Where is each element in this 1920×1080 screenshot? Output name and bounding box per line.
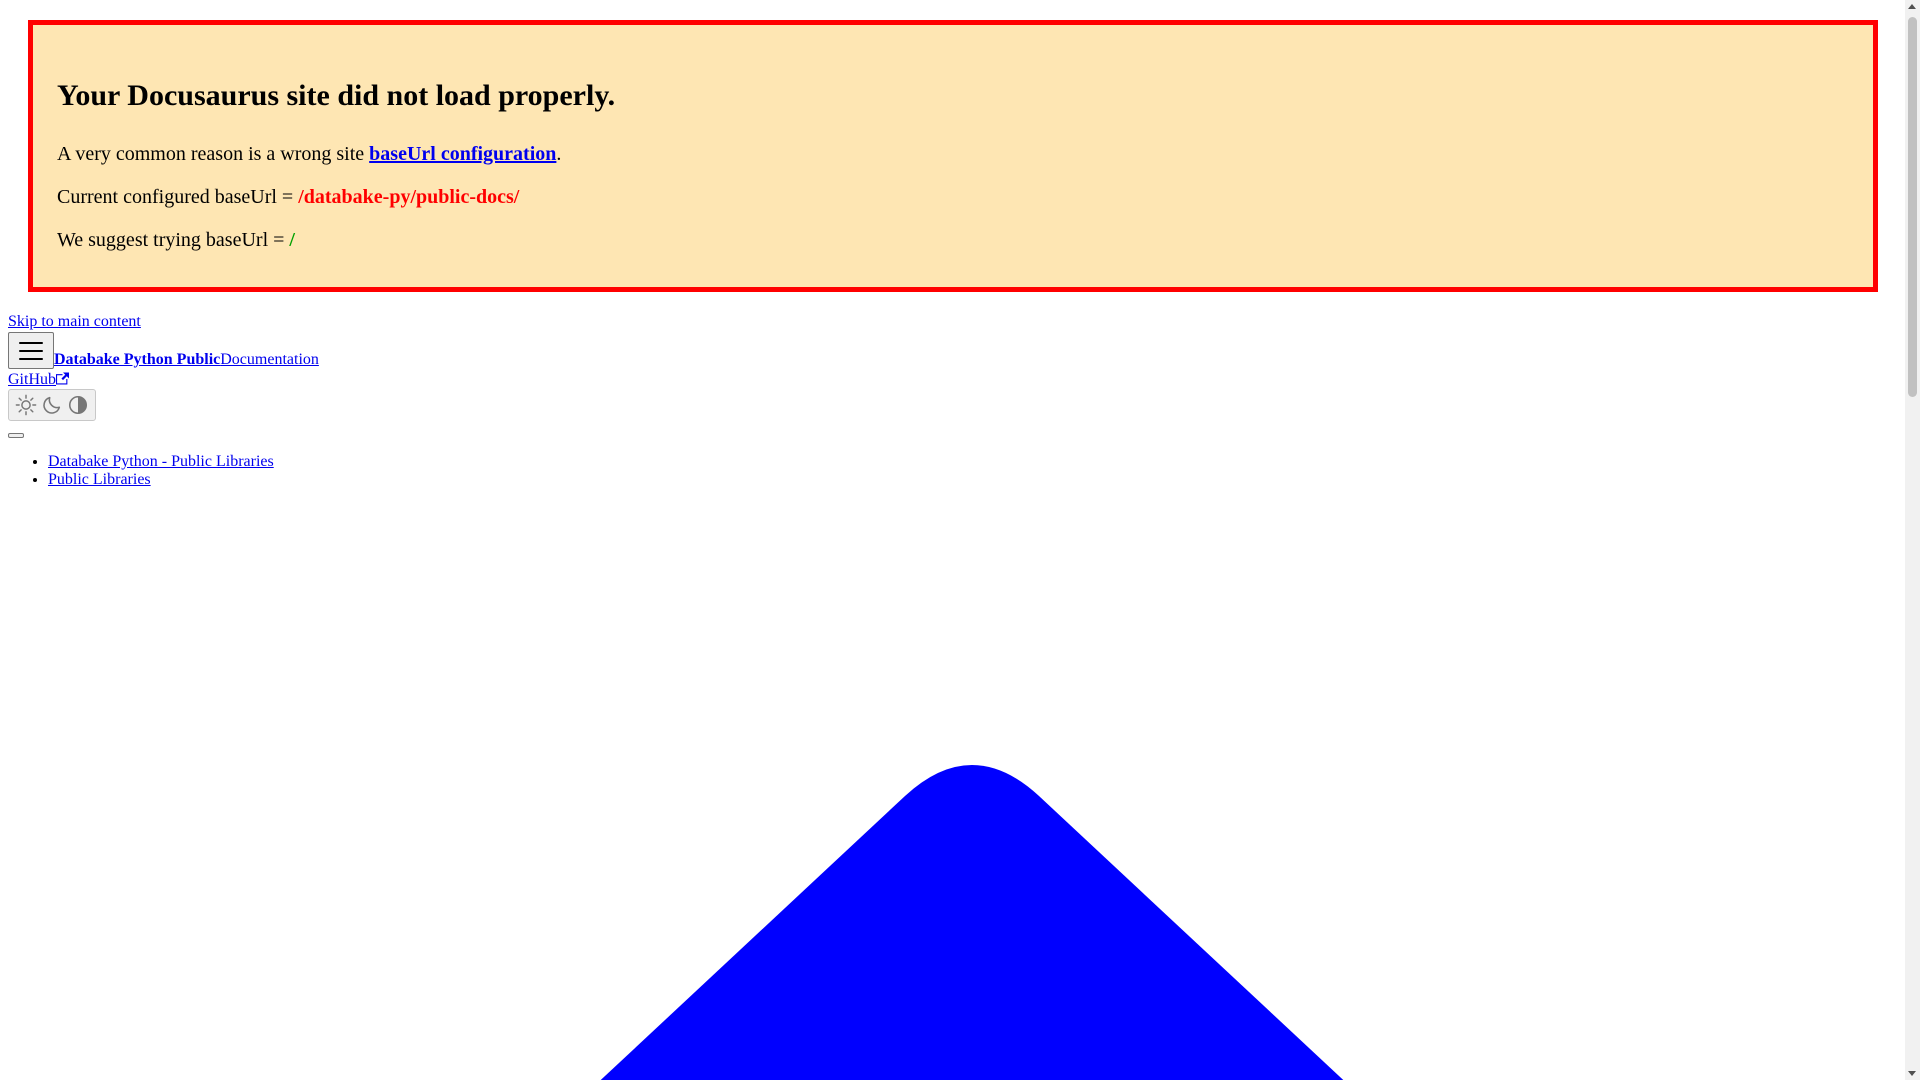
error-title: Your Docusaurus site did not load proper…: [57, 79, 616, 112]
moon-icon: [43, 396, 61, 414]
hamburger-icon: [19, 341, 43, 360]
current-baseurl-value: /databake-py/public-docs/: [298, 186, 520, 208]
half-circle-icon: [68, 395, 88, 415]
github-label: GitHub: [8, 371, 56, 388]
breadcrumb-link-home[interactable]: Databake Python - Public Libraries: [48, 453, 274, 470]
theme-toggle[interactable]: [8, 389, 96, 421]
external-link-icon: [56, 372, 69, 385]
breadcrumb-item: Databake Python - Public Libraries: [48, 453, 274, 471]
baseurl-error-banner: Your Docusaurus site did not load proper…: [28, 20, 1878, 292]
scroll-up-arrow-icon[interactable]: [1908, 4, 1916, 9]
scrollbar-thumb[interactable]: [1908, 17, 1917, 397]
breadcrumb-link-public-libraries[interactable]: Public Libraries: [48, 471, 151, 488]
menu-button[interactable]: [8, 332, 54, 369]
breadcrumb: Databake Python - Public Libraries Publi…: [0, 453, 274, 489]
github-link[interactable]: GitHub: [8, 370, 69, 389]
sun-icon: [15, 394, 37, 416]
current-baseurl-label: Current configured baseUrl =: [57, 186, 299, 208]
brand-title: Databake Python Public: [54, 351, 221, 368]
current-baseurl: Current configured baseUrl = /databake-p…: [57, 184, 519, 210]
scrollbar[interactable]: [1905, 0, 1920, 1080]
brand-link[interactable]: Databake Python PublicDocumentation: [54, 350, 319, 369]
baseurl-config-link[interactable]: baseUrl configuration: [369, 143, 556, 165]
skip-to-content-link[interactable]: Skip to main content: [8, 312, 141, 331]
suggested-baseurl-value: /: [289, 229, 295, 251]
error-reason-suffix: .: [556, 143, 562, 165]
suggested-baseurl-label: We suggest trying baseUrl =: [57, 229, 290, 251]
error-reason: A very common reason is a wrong site bas…: [57, 141, 561, 167]
breadcrumb-item: Public Libraries: [48, 471, 274, 489]
chevron-up-icon: [600, 765, 1344, 1080]
scroll-down-arrow-icon[interactable]: [1908, 1071, 1916, 1076]
brand-subtitle: Documentation: [220, 351, 319, 368]
sidebar-collapse-button[interactable]: [8, 433, 24, 438]
suggested-baseurl: We suggest trying baseUrl = /: [57, 227, 295, 253]
error-reason-text: A very common reason is a wrong site: [57, 143, 370, 165]
